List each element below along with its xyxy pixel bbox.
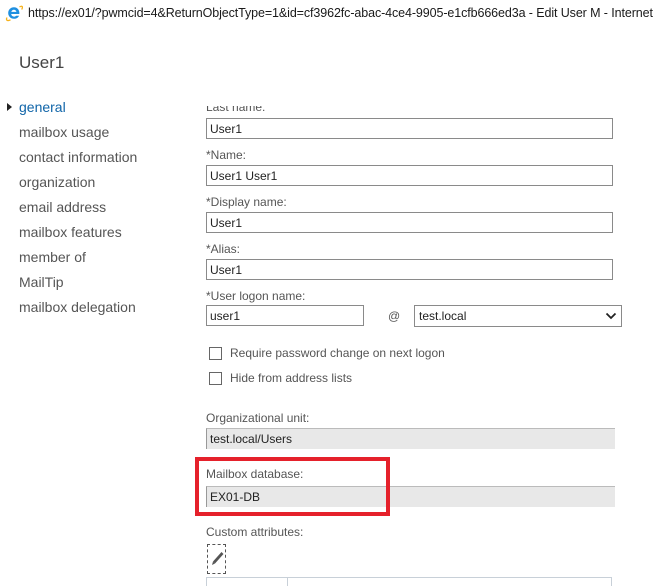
- hide-from-address-lists-label: Hide from address lists: [230, 371, 353, 385]
- page-title: User1: [19, 53, 65, 72]
- nav-item-general[interactable]: general: [0, 97, 190, 122]
- nav-item-mailbox-features[interactable]: mailbox features: [0, 222, 190, 247]
- nav-item-mailtip[interactable]: MailTip: [0, 272, 190, 297]
- domain-select[interactable]: test.local: [414, 305, 622, 327]
- edit-custom-attributes-button[interactable]: [207, 544, 226, 574]
- window-title: https://ex01/?pwmcid=4&ReturnObjectType=…: [28, 6, 655, 20]
- window-titlebar: https://ex01/?pwmcid=4&ReturnObjectType=…: [0, 0, 655, 28]
- last-name-input[interactable]: User1: [206, 118, 613, 139]
- organizational-unit-field: test.local/Users: [206, 428, 615, 449]
- selected-arrow-icon: [7, 103, 12, 111]
- nav-item-email-address[interactable]: email address: [0, 197, 190, 222]
- chevron-down-icon: [605, 312, 617, 320]
- require-password-change-label: Require password change on next logon: [230, 346, 445, 360]
- logon-name-label: *User logon name:: [206, 289, 306, 303]
- nav-item-mailbox-usage[interactable]: mailbox usage: [0, 122, 190, 147]
- nav-item-contact-information[interactable]: contact information: [0, 147, 190, 172]
- nav-item-label: mailbox delegation: [19, 299, 136, 315]
- table-column-divider: [287, 578, 288, 586]
- nav-item-label: MailTip: [19, 274, 64, 290]
- domain-select-value: test.local: [419, 309, 467, 323]
- pencil-icon: [212, 552, 224, 565]
- custom-attributes-label: Custom attributes:: [206, 525, 304, 539]
- nav-item-label: mailbox usage: [19, 124, 110, 140]
- nav-item-mailbox-delegation[interactable]: mailbox delegation: [0, 297, 190, 322]
- nav-item-label: general: [19, 99, 66, 115]
- name-label: *Name:: [206, 148, 247, 162]
- mailbox-database-field: EX01-DB: [206, 486, 615, 507]
- name-input[interactable]: User1 User1: [206, 165, 613, 186]
- display-name-input[interactable]: User1: [206, 212, 613, 233]
- sidebar-nav: general mailbox usage contact informatio…: [0, 97, 190, 322]
- nav-item-label: organization: [19, 174, 96, 190]
- logon-name-input[interactable]: user1: [206, 305, 364, 326]
- nav-item-organization[interactable]: organization: [0, 172, 190, 197]
- custom-attributes-table: [206, 577, 612, 586]
- organizational-unit-label: Organizational unit:: [206, 411, 310, 425]
- nav-item-label: mailbox features: [19, 224, 122, 240]
- last-name-label: Last name:: [206, 100, 266, 114]
- alias-input[interactable]: User1: [206, 259, 613, 280]
- at-sign: @: [388, 309, 401, 323]
- nav-item-label: contact information: [19, 149, 138, 165]
- internet-explorer-icon: [5, 5, 23, 22]
- alias-label: *Alias:: [206, 242, 241, 256]
- nav-item-label: member of: [19, 249, 86, 265]
- mailbox-database-label: Mailbox database:: [206, 467, 304, 481]
- nav-item-member-of[interactable]: member of: [0, 247, 190, 272]
- require-password-change-checkbox[interactable]: [209, 347, 222, 360]
- display-name-label: *Display name:: [206, 195, 287, 209]
- nav-item-label: email address: [19, 199, 107, 215]
- hide-from-address-lists-checkbox[interactable]: [209, 372, 222, 385]
